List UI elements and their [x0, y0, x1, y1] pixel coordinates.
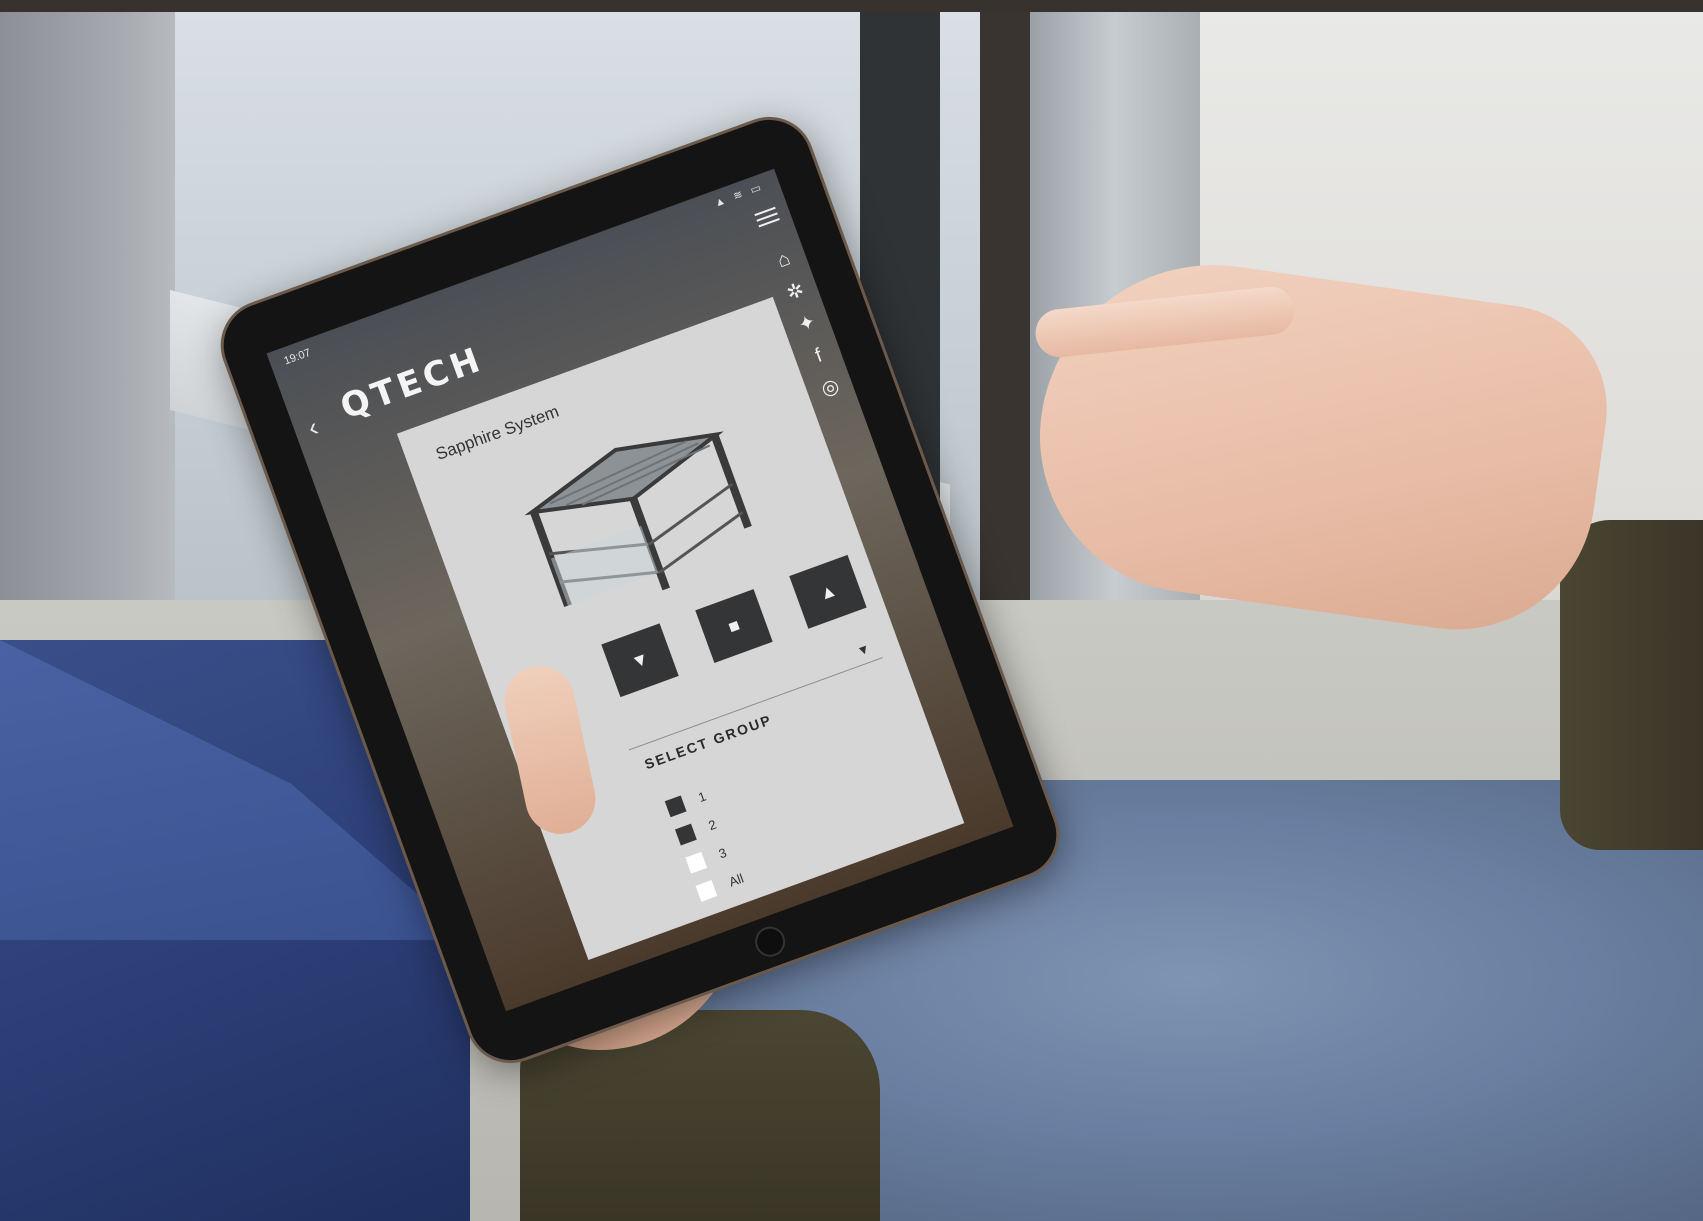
home-button[interactable]	[750, 922, 790, 961]
group-label: All	[726, 870, 746, 890]
stop-button[interactable]: ■	[695, 589, 773, 663]
top-border	[0, 0, 1703, 12]
group-label: 3	[716, 844, 729, 861]
group-label: 2	[706, 816, 719, 833]
open-up-button[interactable]: ▲	[789, 554, 867, 629]
checkbox-checked[interactable]	[674, 823, 697, 845]
menu-icon[interactable]	[753, 203, 781, 231]
dropdown-caret-icon[interactable]: ▼	[855, 640, 872, 658]
control-panel: Sapphire System ▼ ■ ▲ ▼ SELECT GROUP 1 2…	[396, 296, 965, 960]
checkbox-unchecked[interactable]	[695, 879, 718, 902]
status-time: 19:07	[282, 346, 313, 368]
back-arrow-icon[interactable]: ‹	[304, 411, 323, 443]
group-label: 1	[695, 787, 708, 805]
close-down-button[interactable]: ▼	[601, 623, 679, 698]
status-icons: ▲ ≋ ▭	[712, 180, 766, 210]
right-sleeve	[1560, 520, 1703, 850]
checkbox-unchecked[interactable]	[685, 851, 707, 874]
photo-scene: 19:07 ▲ ≋ ▭ ‹ QTECH ⌂ ✲ ✦ f ◎ Sapphire S…	[0, 0, 1703, 1221]
group-list: 1 2 3 All	[662, 778, 748, 907]
checkbox-checked[interactable]	[664, 794, 687, 817]
